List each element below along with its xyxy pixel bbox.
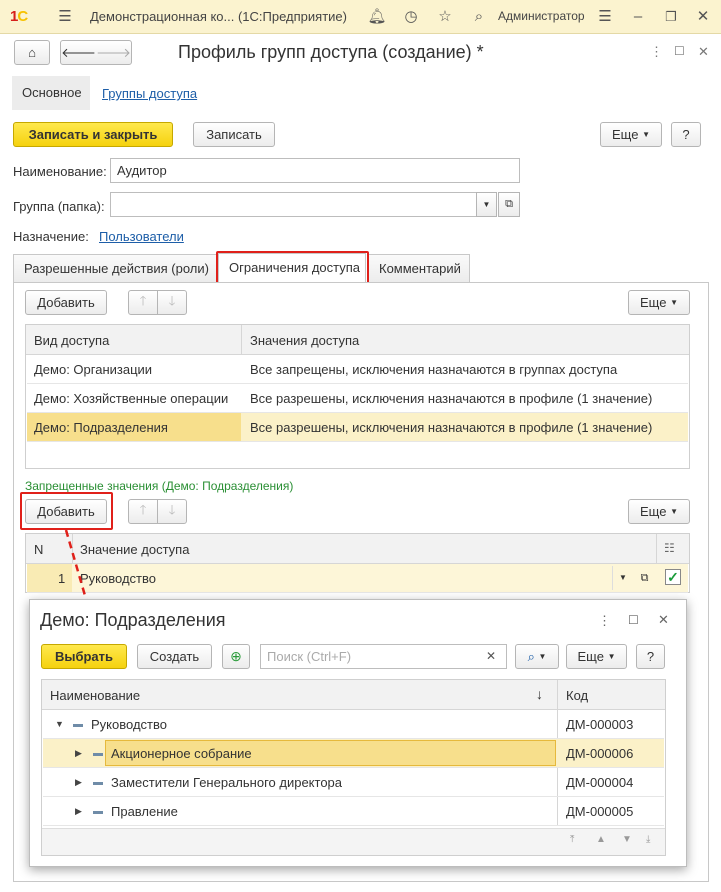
collapse-triangle-icon[interactable]: ▼ bbox=[55, 719, 64, 729]
add-folder-icon: ⊕ bbox=[230, 648, 242, 664]
scroll-last-icon[interactable]: ⤓ bbox=[646, 834, 650, 845]
row-name: Заместители Генерального директора bbox=[111, 775, 343, 790]
col-name[interactable]: Наименование bbox=[50, 688, 140, 703]
table-navigation-bar: ⤒ ▲ ▼ ⤓ bbox=[42, 828, 665, 855]
popup-close-icon[interactable]: ✕ bbox=[658, 612, 669, 628]
create-button[interactable]: Создать bbox=[137, 644, 212, 669]
search-input[interactable]: Поиск (Ctrl+F) bbox=[260, 644, 507, 669]
subdivisions-tree-table[interactable]: Наименование ↓ Код ▼ Руководство ДМ-0000… bbox=[41, 679, 666, 856]
group-icon bbox=[93, 782, 103, 786]
dropdown-arrow-icon: ▼ bbox=[607, 652, 616, 661]
row-code: ДМ-000006 bbox=[566, 746, 634, 761]
expand-triangle-icon[interactable]: ▶ bbox=[75, 777, 82, 788]
tree-row[interactable]: ▶ Заместители Генерального директора ДМ-… bbox=[43, 768, 664, 797]
row-name: Руководство bbox=[91, 717, 167, 732]
expand-triangle-icon[interactable]: ▶ bbox=[75, 806, 82, 817]
scroll-first-icon[interactable]: ⤒ bbox=[570, 834, 574, 845]
popup-more-button[interactable]: Еще ▼ bbox=[566, 644, 627, 669]
row-code: ДМ-000004 bbox=[566, 775, 634, 790]
more-label: Еще bbox=[577, 649, 604, 664]
row-code: ДМ-000003 bbox=[566, 717, 634, 732]
dropdown-arrow-icon: ▼ bbox=[538, 652, 547, 661]
sort-down-icon[interactable]: ↓ bbox=[536, 686, 543, 702]
expand-triangle-icon[interactable]: ▶ bbox=[75, 748, 82, 759]
row-name: Правление bbox=[111, 804, 178, 819]
row-name: Акционерное собрание bbox=[111, 746, 252, 761]
group-icon bbox=[93, 811, 103, 815]
tree-row[interactable]: ▶ Правление ДМ-000005 bbox=[43, 797, 664, 826]
window-icon[interactable]: ☐ bbox=[628, 613, 639, 627]
clear-search-icon[interactable]: ✕ bbox=[486, 649, 496, 663]
search-options-button[interactable]: ⌕ ▼ bbox=[515, 644, 559, 669]
row-code: ДМ-000005 bbox=[566, 804, 634, 819]
scroll-down-icon[interactable]: ▼ bbox=[622, 834, 632, 845]
popup-title: Демо: Подразделения bbox=[40, 610, 226, 630]
search-icon: ⌕ bbox=[527, 648, 535, 664]
popup-help-button[interactable]: ? bbox=[636, 644, 665, 669]
more-options-icon[interactable]: ⋮ bbox=[598, 613, 611, 629]
group-icon bbox=[93, 753, 103, 757]
select-button[interactable]: Выбрать bbox=[41, 644, 127, 669]
tree-row[interactable]: ▼ Руководство ДМ-000003 bbox=[43, 710, 664, 739]
create-folder-button[interactable]: ⊕ bbox=[222, 644, 250, 669]
col-code[interactable]: Код bbox=[566, 688, 588, 703]
scroll-up-icon[interactable]: ▲ bbox=[596, 834, 606, 845]
tree-row-selected[interactable]: ▶ Акционерное собрание ДМ-000006 bbox=[43, 739, 664, 768]
group-icon bbox=[73, 724, 83, 728]
table-header: Наименование ↓ Код bbox=[42, 680, 665, 710]
